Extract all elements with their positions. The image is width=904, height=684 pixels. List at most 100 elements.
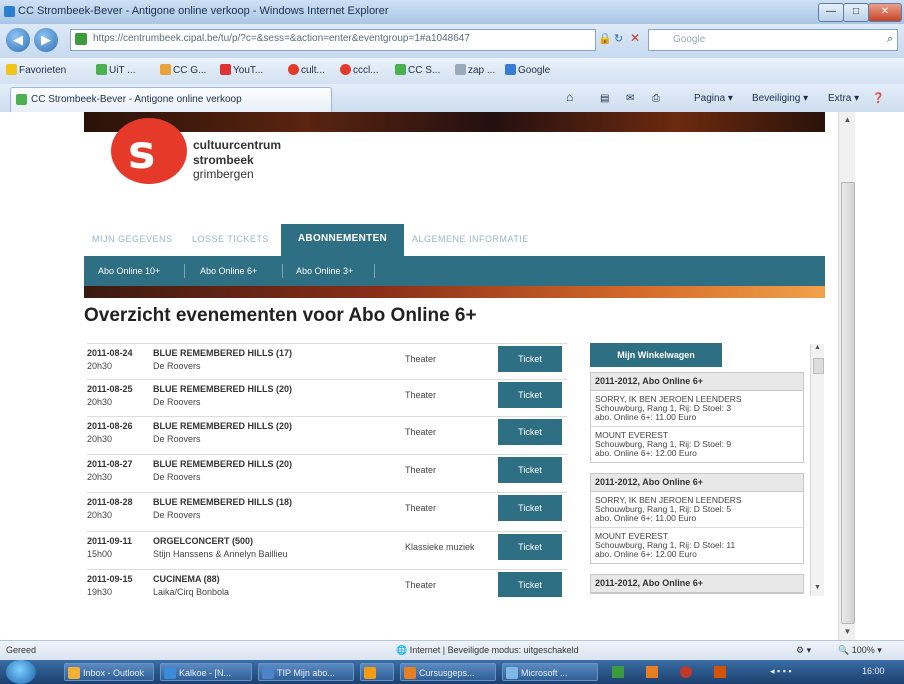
youtube-icon xyxy=(220,64,231,75)
nav-abonnementen[interactable]: ABONNEMENTEN xyxy=(281,224,404,256)
event-date: 2011-08-26 xyxy=(87,421,133,431)
ticket-button[interactable]: Ticket xyxy=(498,419,562,445)
back-button[interactable]: ◀ xyxy=(6,28,30,52)
clock[interactable]: 16:00 xyxy=(862,666,885,676)
taskbar-item[interactable]: Inbox - Outlook xyxy=(64,663,154,681)
ticket-button[interactable]: Ticket xyxy=(498,382,562,408)
event-artist: Stijn Hanssens & Annelyn Baillieu xyxy=(153,549,288,559)
protected-mode-icon[interactable]: ⚙ ▾ xyxy=(796,645,811,656)
mail-icon[interactable]: ✉ xyxy=(626,93,634,104)
scroll-down-icon[interactable]: ▼ xyxy=(839,624,856,640)
logo-text-line1: cultuurcentrum xyxy=(193,138,282,152)
event-artist: De Roovers xyxy=(153,434,201,444)
minimize-button[interactable]: — xyxy=(818,3,844,22)
star-icon xyxy=(6,64,17,75)
cart-scrollbar[interactable]: ▲ ▼ xyxy=(810,344,824,596)
page-title: Overzicht evenementen voor Abo Online 6+ xyxy=(84,305,477,326)
decorative-stripe xyxy=(84,286,825,298)
event-time: 20h30 xyxy=(87,472,113,482)
maximize-button[interactable]: □ xyxy=(843,3,869,22)
ticket-button[interactable]: Ticket xyxy=(498,495,562,521)
taskbar-item[interactable]: Cursusgeps... xyxy=(400,663,496,681)
favorite-link[interactable]: zap ... xyxy=(455,64,495,76)
start-button[interactable] xyxy=(6,660,36,684)
zoom-level[interactable]: 🔍 100% ▾ xyxy=(838,645,882,656)
url-input[interactable]: https://centrumbeek.cipal.be/tu/p/?c=&se… xyxy=(70,29,596,51)
app-icon[interactable] xyxy=(612,666,624,678)
home-icon[interactable]: ⌂ xyxy=(566,90,573,104)
event-row: 2011-08-25 20h30 BLUE REMEMBERED HILLS (… xyxy=(87,379,567,416)
taskbar-item[interactable] xyxy=(360,663,394,681)
subnav-abo-6[interactable]: Abo Online 6+ xyxy=(200,266,257,276)
google-icon xyxy=(505,64,516,75)
nav-algemene-informatie[interactable]: ALGEMENE INFORMATIE xyxy=(412,234,529,244)
ticket-button[interactable]: Ticket xyxy=(498,572,562,597)
page-scrollbar[interactable]: ▲ ▼ xyxy=(838,112,856,640)
favorite-link[interactable]: CC G... xyxy=(160,64,206,76)
address-row: ◀ ▶ https://centrumbeek.cipal.be/tu/p/?c… xyxy=(0,24,904,58)
page-scroll-thumb[interactable] xyxy=(841,182,855,624)
event-row: 2011-08-28 20h30 BLUE REMEMBERED HILLS (… xyxy=(87,492,567,529)
stop-icon[interactable]: ✕ xyxy=(630,31,640,45)
tools-menu[interactable]: Extra ▾ xyxy=(828,93,859,104)
scroll-up-icon[interactable]: ▲ xyxy=(839,112,856,128)
event-date: 2011-08-27 xyxy=(87,459,133,469)
event-genre: Klassieke muziek xyxy=(405,542,475,552)
refresh-icon[interactable]: ↻ xyxy=(614,32,623,45)
favorite-link[interactable]: Google xyxy=(505,64,550,76)
ticket-button[interactable]: Ticket xyxy=(498,457,562,483)
page-menu[interactable]: Pagina ▾ xyxy=(694,93,733,104)
event-title: BLUE REMEMBERED HILLS (20) xyxy=(153,459,293,469)
forward-button[interactable]: ▶ xyxy=(34,28,58,52)
app-icon[interactable] xyxy=(646,666,658,678)
event-artist: Laika/Cirq Bonbola xyxy=(153,587,230,597)
ticket-button[interactable]: Ticket xyxy=(498,534,562,560)
app-icon[interactable] xyxy=(714,666,726,678)
logo-text-line3: grimbergen xyxy=(193,167,254,181)
window-edge xyxy=(855,112,904,640)
app-icon[interactable] xyxy=(680,666,692,678)
event-genre: Theater xyxy=(405,503,437,513)
lock-icon[interactable]: 🔒 xyxy=(598,32,612,45)
event-genre: Theater xyxy=(405,390,437,400)
taskbar-item[interactable]: Microsoft ... xyxy=(502,663,598,681)
scroll-down-icon[interactable]: ▼ xyxy=(811,584,824,596)
tray-icons[interactable]: ◂ ▪ ▪ ▪ xyxy=(770,666,792,677)
site-logo[interactable]: s xyxy=(111,118,187,184)
nav-mijn-gegevens[interactable]: MIJN GEGEVENS xyxy=(92,234,173,244)
help-icon[interactable]: ❓ xyxy=(872,93,884,104)
favorite-link[interactable]: cult... xyxy=(288,64,325,76)
security-menu[interactable]: Beveiliging ▾ xyxy=(752,93,808,104)
search-icon[interactable]: ⌕ xyxy=(887,33,893,46)
event-time: 20h30 xyxy=(87,397,113,407)
ticket-button[interactable]: Ticket xyxy=(498,346,562,372)
taskbar-item[interactable]: Kalkoe - [N... xyxy=(160,663,252,681)
scroll-up-icon[interactable]: ▲ xyxy=(811,344,824,356)
tab-active[interactable]: CC Strombeek-Bever - Antigone online ver… xyxy=(10,87,332,112)
subnav-abo-10[interactable]: Abo Online 10+ xyxy=(98,266,160,276)
favorites-button[interactable]: Favorieten xyxy=(6,64,66,76)
cart-button[interactable]: Mijn Winkelwagen xyxy=(590,343,722,367)
cart-scroll-thumb[interactable] xyxy=(813,358,824,374)
close-button[interactable]: ✕ xyxy=(868,3,902,22)
feeds-icon[interactable]: ▤ xyxy=(600,93,609,104)
security-zone[interactable]: 🌐 Internet | Beveiligde modus: uitgescha… xyxy=(396,645,579,656)
favorite-link[interactable]: cccl... xyxy=(340,64,379,76)
link-icon xyxy=(96,64,107,75)
search-input[interactable]: Google ⌕ xyxy=(648,29,898,51)
subnav-abo-3[interactable]: Abo Online 3+ xyxy=(296,266,353,276)
favorite-link[interactable]: UiT ... xyxy=(96,64,135,76)
event-time: 20h30 xyxy=(87,361,113,371)
event-genre: Theater xyxy=(405,465,437,475)
event-row: 2011-08-26 20h30 BLUE REMEMBERED HILLS (… xyxy=(87,416,567,453)
event-title: ORGELCONCERT (500) xyxy=(153,536,254,546)
print-icon[interactable]: ⎙ xyxy=(652,93,660,104)
favorite-link[interactable]: YouT... xyxy=(220,64,263,76)
cart-block: 2011-2012, Abo Online 6+ xyxy=(590,574,804,594)
favorite-link[interactable]: CC S... xyxy=(395,64,440,76)
cart-panel: 2011-2012, Abo Online 6+ SORRY, IK BEN J… xyxy=(590,372,804,594)
event-date: 2011-08-28 xyxy=(87,497,133,507)
link-icon xyxy=(288,64,299,75)
nav-losse-tickets[interactable]: LOSSE TICKETS xyxy=(192,234,269,244)
taskbar-item[interactable]: TIP Mijn abo... xyxy=(258,663,354,681)
